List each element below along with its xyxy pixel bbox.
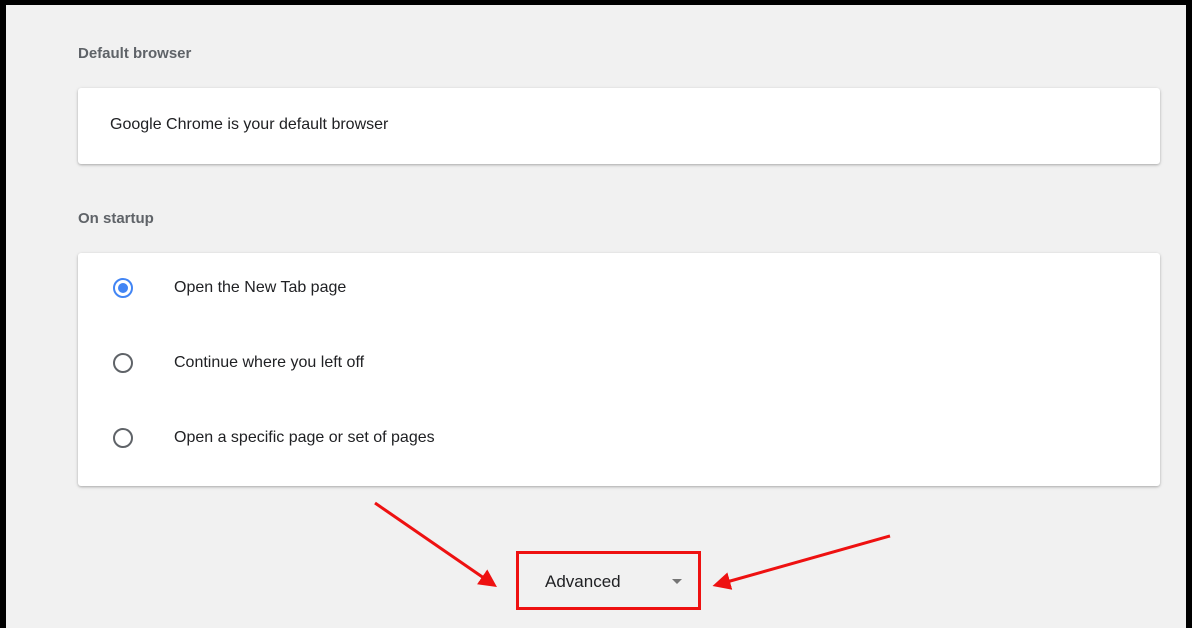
annotation-arrows (374, 501, 891, 590)
advanced-label: Advanced (545, 572, 621, 591)
advanced-highlight-box: Advanced (516, 551, 701, 610)
advanced-button[interactable]: Advanced (519, 554, 698, 607)
arrow-right-annotation (712, 534, 891, 590)
settings-page: Default browser Google Chrome is your de… (6, 5, 1186, 628)
chevron-down-icon (672, 579, 682, 584)
arrow-left-annotation (374, 501, 497, 588)
